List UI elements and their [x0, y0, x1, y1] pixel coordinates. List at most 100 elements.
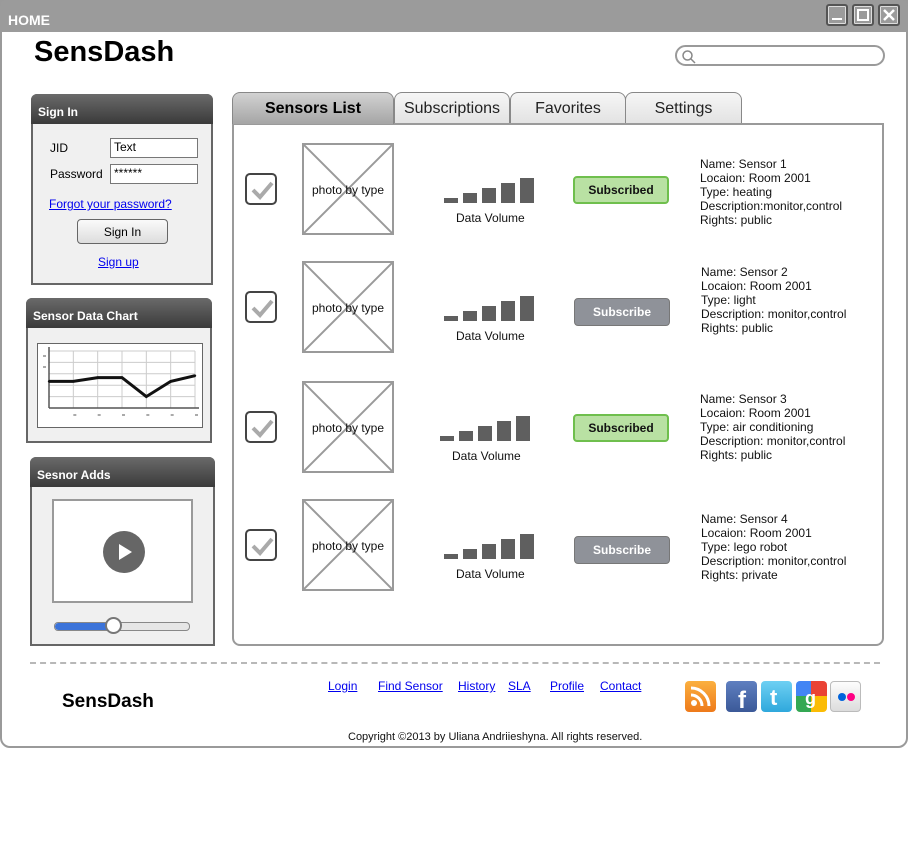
sensor-info-line: Description: monitor,control	[701, 307, 847, 321]
sensor-photo: photo by type	[302, 143, 394, 235]
search-input[interactable]	[675, 45, 885, 66]
checkmark-icon	[251, 299, 274, 318]
sensor-info-line: Description: monitor,control	[700, 434, 846, 448]
signal-bar	[482, 544, 496, 559]
checkmark-icon	[251, 181, 274, 200]
footer-link-history[interactable]: History	[458, 679, 495, 693]
sensor-info-line: Locaion: Room 2001	[701, 526, 812, 540]
signin-title: Sign In	[31, 94, 213, 124]
subscribed-button[interactable]: Subscribed	[573, 414, 669, 442]
title-bar: HOME	[0, 0, 908, 32]
data-volume-icon	[440, 411, 540, 441]
sensor-info: Name: Sensor 2 Locaion: Room 2001 Type: li…	[701, 265, 846, 335]
window-title: HOME	[8, 12, 50, 28]
sensor-photo-label: photo by type	[311, 539, 385, 553]
google-icon[interactable]: g	[796, 681, 827, 712]
play-icon[interactable]	[102, 530, 146, 574]
footer-link-contact[interactable]: Contact	[600, 679, 641, 693]
sensor-info-line: Type: air conditioning	[700, 420, 814, 434]
chart-point	[169, 380, 172, 383]
chart-point	[96, 376, 99, 379]
facebook-icon[interactable]: f	[726, 681, 757, 714]
signal-bar	[501, 539, 515, 559]
footer-link-sla[interactable]: SLA	[508, 679, 531, 693]
subscribe-button[interactable]: Subscribe	[574, 536, 670, 564]
signal-bar	[497, 421, 511, 441]
signup-link[interactable]: Sign up	[98, 255, 139, 269]
copyright: Copyright ©2013 by Uliana Andriieshyna. …	[348, 731, 643, 743]
chart-panel-title: Sensor Data Chart	[26, 298, 212, 328]
sensor-checkbox[interactable]	[245, 291, 277, 323]
signal-bar	[520, 296, 534, 321]
tab-settings[interactable]: Settings	[625, 92, 742, 124]
password-label: Password	[50, 167, 103, 181]
tab-favorites[interactable]: Favorites	[510, 92, 626, 124]
sensor-info-line: Description:monitor,control	[700, 199, 843, 213]
subscribe-button[interactable]: Subscribe	[574, 298, 670, 326]
video-progress-track[interactable]	[54, 622, 190, 631]
data-volume-icon	[444, 173, 544, 203]
sensor-checkbox[interactable]	[245, 529, 277, 561]
password-field[interactable]: ******	[110, 164, 198, 184]
rss-icon[interactable]	[685, 681, 716, 712]
signal-bar	[463, 193, 477, 203]
sensor-info-line: Rights: public	[700, 448, 773, 462]
sensor-photo: photo by type	[302, 261, 394, 353]
chart-point	[145, 395, 148, 398]
sensor-checkbox[interactable]	[245, 411, 277, 443]
sensor-info-line: Name: Sensor 3	[700, 392, 787, 406]
adds-panel-title: Sesnor Adds	[30, 457, 215, 487]
sensor-info: Name: Sensor 4 Locaion: Room 2001 Type: le…	[701, 512, 846, 582]
subscribed-button[interactable]: Subscribed	[573, 176, 669, 204]
sensor-info-line: Name: Sensor 4	[701, 512, 788, 526]
sensor-info-line: Type: heating	[700, 185, 773, 199]
signal-bar	[444, 198, 458, 203]
data-volume-label: Data Volume	[456, 211, 525, 225]
jid-label: JID	[50, 141, 68, 155]
signal-bar	[520, 178, 534, 203]
sensor-photo-label: photo by type	[311, 301, 385, 315]
signal-bar	[478, 426, 492, 441]
signal-bar	[463, 549, 477, 559]
sensor-info-line: Type: light	[701, 293, 756, 307]
tab-subscriptions[interactable]: Subscriptions	[394, 92, 510, 124]
data-volume-label: Data Volume	[456, 329, 525, 343]
data-volume-label: Data Volume	[452, 449, 521, 463]
footer-link-login[interactable]: Login	[328, 679, 357, 693]
close-icon[interactable]	[878, 4, 900, 26]
video-progress-handle[interactable]	[104, 617, 122, 634]
jid-field[interactable]: Text	[110, 138, 198, 158]
data-volume-label: Data Volume	[456, 567, 525, 581]
svg-text:g: g	[805, 688, 816, 708]
sensor-photo-label: photo by type	[311, 421, 385, 435]
signal-bar	[459, 431, 473, 441]
flickr-icon[interactable]	[830, 681, 861, 712]
sensor-photo: photo by type	[302, 499, 394, 591]
chart-point	[193, 374, 197, 377]
sensor-photo-label: photo by type	[311, 183, 385, 197]
signal-bar	[444, 554, 458, 559]
sensor-info-line: Rights: public	[700, 213, 773, 227]
signin-button[interactable]: Sign In	[77, 219, 168, 244]
sensor-info-line: Name: Sensor 2	[701, 265, 788, 279]
signal-bar	[501, 183, 515, 203]
footer-brand: SensDash	[62, 691, 154, 712]
maximize-icon[interactable]	[852, 4, 874, 26]
twitter-icon[interactable]: t	[761, 681, 792, 712]
tab-sensors-list[interactable]: Sensors List	[232, 92, 394, 124]
footer-link-find-sensor[interactable]: Find Sensor	[378, 679, 443, 693]
footer-link-profile[interactable]: Profile	[550, 679, 584, 693]
signal-bar	[463, 311, 477, 321]
chart-point	[120, 376, 124, 379]
sensor-checkbox[interactable]	[245, 173, 277, 205]
sensor-info-line: Locaion: Room 2001	[700, 171, 811, 185]
video-player[interactable]	[52, 499, 193, 603]
page-title: SensDash	[34, 36, 175, 68]
chart-point	[47, 380, 51, 383]
minimize-icon[interactable]	[826, 4, 848, 26]
sensor-info-line: Description: monitor,control	[701, 554, 847, 568]
forgot-password-link[interactable]: Forgot your password?	[49, 197, 172, 211]
sensor-info: Name: Sensor 3 Locaion: Room 2001 Type: ai…	[700, 392, 845, 462]
data-volume-icon	[444, 291, 544, 321]
sensor-info-line: Type: lego robot	[701, 540, 788, 554]
